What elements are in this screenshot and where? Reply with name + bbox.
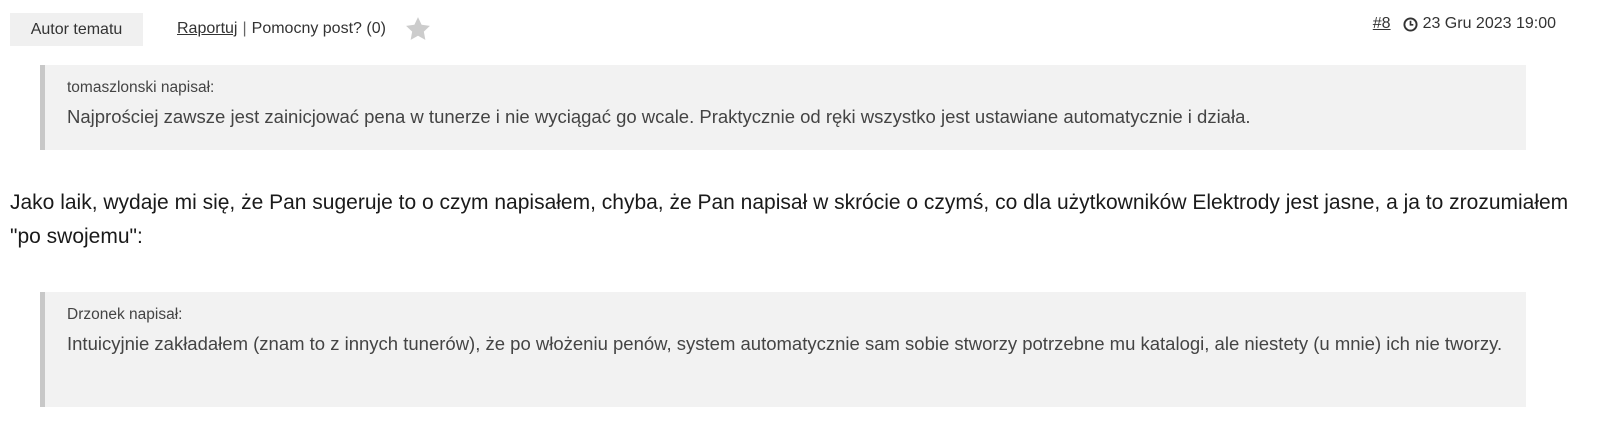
quote-block: tomaszlonski napisał: Najprościej zawsze… bbox=[40, 65, 1526, 150]
quote-author: Drzonek napisał: bbox=[67, 306, 183, 323]
separator: | bbox=[242, 20, 247, 37]
star-icon[interactable] bbox=[404, 15, 432, 43]
quote-block: Drzonek napisał: Intuicyjnie zakładałem … bbox=[40, 292, 1526, 407]
post-meta: #8 23 Gru 2023 19:00 bbox=[1373, 13, 1556, 35]
quote-text: Intuicyjnie zakładałem (znam to z innych… bbox=[67, 333, 1503, 354]
quote-author: tomaszlonski napisał: bbox=[67, 79, 215, 96]
clock-icon bbox=[1403, 16, 1418, 32]
post-body: Jako laik, wydaje mi się, że Pan sugeruj… bbox=[10, 191, 1569, 248]
report-link[interactable]: Raportuj bbox=[177, 20, 237, 38]
post-actions: Raportuj | Pomocny post? (0) bbox=[177, 16, 432, 42]
post-timestamp: 23 Gru 2023 19:00 bbox=[1422, 15, 1556, 32]
post-number-link[interactable]: #8 bbox=[1373, 15, 1391, 33]
helpful-label: Pomocny post? (0) bbox=[251, 20, 386, 37]
quote-text: Najprościej zawsze jest zainicjować pena… bbox=[67, 106, 1251, 127]
author-badge: Autor tematu bbox=[10, 13, 143, 46]
